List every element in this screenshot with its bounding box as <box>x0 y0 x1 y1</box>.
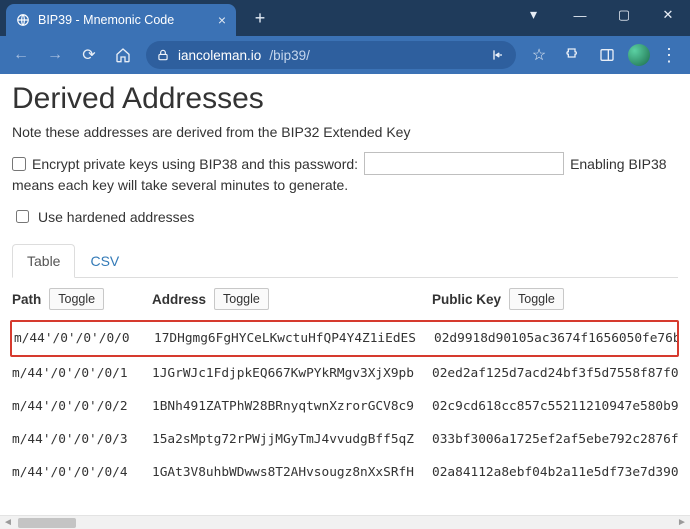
bip38-label: Encrypt private keys using BIP38 and thi… <box>32 156 358 172</box>
cell-pubkey: 02a84112a8ebf04b2a11e5df73e7d3902 <box>432 465 678 480</box>
bookmark-button[interactable]: ☆ <box>524 40 554 70</box>
cell-address: 15a2sMptg72rPWjjMGyTmJ4vvudgBff5qZ <box>152 432 432 447</box>
url-path: /bip39/ <box>269 48 310 63</box>
table-row[interactable]: m/44'/0'/0'/0/21BNh491ZATPhW28BRnyqtwnXz… <box>12 390 678 423</box>
table-row[interactable]: m/44'/0'/0'/0/41GAt3V8uhbWDwws8T2AHvsoug… <box>12 456 678 489</box>
bip38-suffix: Enabling BIP38 <box>570 156 667 172</box>
cell-pubkey: 02c9cd618cc857c55211210947e580b98 <box>432 399 678 414</box>
col-address-label: Address <box>152 292 206 307</box>
toggle-address-button[interactable]: Toggle <box>214 288 269 310</box>
browser-toolbar: ← → ⟳ iancoleman.io/bip39/ ☆ ⋮ <box>0 36 690 74</box>
tab-table[interactable]: Table <box>12 244 75 278</box>
puzzle-icon <box>565 47 581 63</box>
close-window-button[interactable]: ✕ <box>646 0 690 30</box>
browser-tab[interactable]: BIP39 - Mnemonic Code × <box>6 4 236 36</box>
cell-address: 17DHgmg6FgHYCeLKwctuHfQP4Y4Z1iEdES <box>154 331 434 346</box>
lock-icon <box>156 48 170 62</box>
panel-icon <box>599 47 615 63</box>
cell-path: m/44'/0'/0'/0/4 <box>12 465 152 480</box>
home-icon <box>115 47 131 63</box>
bip38-subnote: means each key will take several minutes… <box>12 177 678 193</box>
derivation-note: Note these addresses are derived from th… <box>12 124 678 140</box>
cell-pubkey: 033bf3006a1725ef2af5ebe792c2876f3 <box>432 432 678 447</box>
address-bar[interactable]: iancoleman.io/bip39/ <box>146 41 516 69</box>
col-pubkey-label: Public Key <box>432 292 501 307</box>
new-tab-button[interactable]: + <box>248 8 272 29</box>
cell-path: m/44'/0'/0'/0/2 <box>12 399 152 414</box>
cell-pubkey: 02ed2af125d7acd24bf3f5d7558f87f0c <box>432 366 678 381</box>
cell-path: m/44'/0'/0'/0/1 <box>12 366 152 381</box>
url-host: iancoleman.io <box>178 48 261 63</box>
scroll-left-arrow[interactable]: ◄ <box>0 517 16 528</box>
bip38-checkbox[interactable] <box>12 157 26 171</box>
scroll-right-arrow[interactable]: ► <box>674 517 690 528</box>
home-button[interactable] <box>108 40 138 70</box>
table-header: Path Toggle Address Toggle Public Key To… <box>12 278 678 320</box>
horizontal-scrollbar[interactable]: ◄ ► <box>0 515 690 529</box>
address-rows: m/44'/0'/0'/0/017DHgmg6FgHYCeLKwctuHfQP4… <box>12 320 678 489</box>
chrome-menu-button[interactable]: ⋮ <box>654 45 684 66</box>
window-titlebar: BIP39 - Mnemonic Code × + ▾ ― ▢ ✕ <box>0 0 690 36</box>
extensions-button[interactable] <box>558 40 588 70</box>
hardened-checkbox[interactable] <box>16 210 29 223</box>
share-icon[interactable] <box>490 47 506 63</box>
bip38-option-row: Encrypt private keys using BIP38 and thi… <box>12 152 678 175</box>
toggle-pubkey-button[interactable]: Toggle <box>509 288 564 310</box>
back-button[interactable]: ← <box>6 40 36 70</box>
page-content: Derived Addresses Note these addresses a… <box>0 74 690 515</box>
table-row[interactable]: m/44'/0'/0'/0/315a2sMptg72rPWjjMGyTmJ4vv… <box>12 423 678 456</box>
cell-address: 1BNh491ZATPhW28BRnyqtwnXzrorGCV8c9 <box>152 399 432 414</box>
hardened-label: Use hardened addresses <box>38 209 194 225</box>
cell-path: m/44'/0'/0'/0/3 <box>12 432 152 447</box>
cell-address: 1GAt3V8uhbWDwws8T2AHvsougz8nXxSRfH <box>152 465 432 480</box>
hardened-option-row: Use hardened addresses <box>12 207 678 226</box>
cell-path: m/44'/0'/0'/0/0 <box>14 331 154 346</box>
maximize-button[interactable]: ▢ <box>602 0 646 30</box>
cell-address: 1JGrWJc1FdjpkEQ667KwPYkRMgv3XjX9pb <box>152 366 432 381</box>
tab-overflow-icon[interactable]: ▾ <box>530 6 537 23</box>
cell-pubkey: 02d9918d90105ac3674f1656050fe76be <box>434 331 677 346</box>
toggle-path-button[interactable]: Toggle <box>49 288 104 310</box>
output-tabs: Table CSV <box>12 244 678 278</box>
forward-button[interactable]: → <box>40 40 70 70</box>
minimize-button[interactable]: ― <box>558 0 602 30</box>
side-panel-button[interactable] <box>592 40 622 70</box>
tab-favicon <box>16 13 30 27</box>
reload-button[interactable]: ⟳ <box>74 40 104 70</box>
page-title: Derived Addresses <box>12 82 678 116</box>
table-row[interactable]: m/44'/0'/0'/0/11JGrWJc1FdjpkEQ667KwPYkRM… <box>12 357 678 390</box>
scroll-thumb[interactable] <box>18 518 76 528</box>
tab-csv[interactable]: CSV <box>75 244 134 278</box>
col-path-label: Path <box>12 292 41 307</box>
bip38-password-input[interactable] <box>364 152 564 175</box>
profile-avatar[interactable] <box>628 44 650 66</box>
close-tab-icon[interactable]: × <box>218 12 226 28</box>
tab-title: BIP39 - Mnemonic Code <box>38 13 174 27</box>
window-controls: ― ▢ ✕ <box>558 0 690 30</box>
table-row[interactable]: m/44'/0'/0'/0/017DHgmg6FgHYCeLKwctuHfQP4… <box>10 320 679 357</box>
